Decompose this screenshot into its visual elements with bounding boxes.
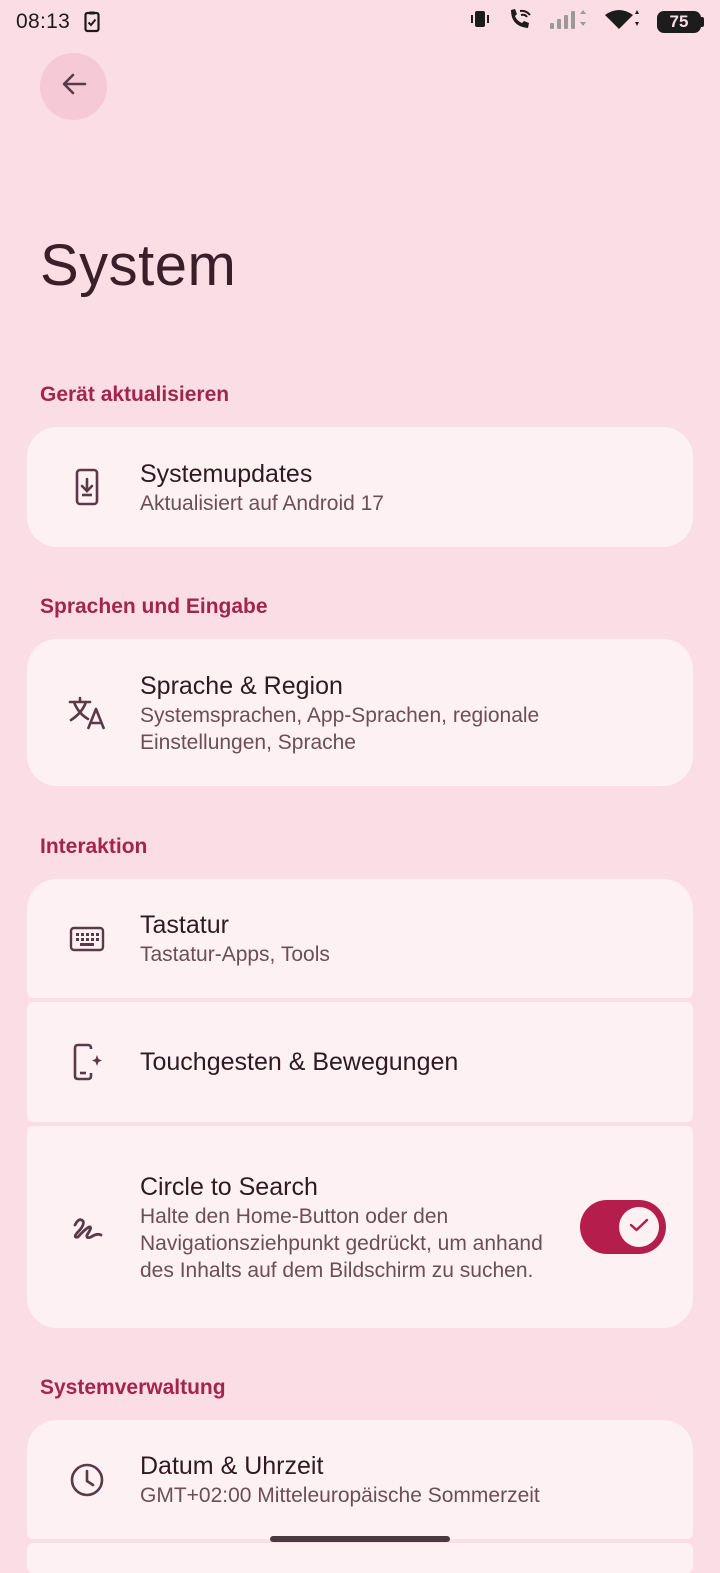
home-indicator[interactable] (270, 1536, 450, 1542)
keyboard-icon (67, 919, 107, 959)
item-title: Datum & Uhrzeit (140, 1452, 324, 1480)
wifi-icon (603, 8, 641, 36)
page-title: System (40, 233, 237, 298)
list-item-next[interactable] (27, 1543, 693, 1573)
section-header-languages: Sprachen und Eingabe (40, 595, 268, 618)
list-item-circle-to-search[interactable]: Circle to Search Halte den Home-Button o… (27, 1126, 693, 1328)
item-title: Sprache & Region (140, 671, 343, 700)
item-title: Systemupdates (140, 459, 313, 488)
circle-to-search-toggle[interactable] (580, 1200, 666, 1254)
section-header-update: Gerät aktualisieren (40, 383, 230, 406)
circle-to-search-icon (67, 1207, 107, 1247)
signal-icon (549, 8, 587, 36)
battery-level: 75 (657, 11, 701, 33)
list-item-keyboard[interactable]: Tastatur Tastatur-Apps, Tools (27, 879, 693, 998)
list-item-gestures[interactable]: Touchgesten & Bewegungen (27, 1002, 693, 1122)
item-subtitle: Tastatur-Apps, Tools (140, 943, 330, 966)
item-subtitle: Halte den Home-Button oder den Navigatio… (140, 1204, 543, 1282)
notification-clipboard-icon (84, 11, 100, 33)
wifi-calling-icon (507, 7, 533, 37)
arrow-left-icon (60, 70, 88, 103)
gestures-icon (67, 1042, 107, 1082)
item-title: Tastatur (140, 911, 229, 939)
list-item-language-region[interactable]: Sprache & Region Systemsprachen, App-Spr… (27, 639, 693, 786)
clock-icon (67, 1460, 107, 1500)
battery-indicator: 75 (657, 11, 704, 33)
item-subtitle: GMT+02:00 Mitteleuropäische Sommerzeit (140, 1484, 540, 1507)
toggle-knob (619, 1207, 659, 1247)
status-time: 08:13 (16, 10, 71, 33)
back-button[interactable] (40, 53, 107, 120)
vibrate-icon (469, 8, 491, 36)
item-subtitle: Aktualisiert auf Android 17 (140, 491, 384, 515)
item-title: Touchgesten & Bewegungen (140, 1048, 459, 1076)
status-bar: 08:13 75 (0, 0, 720, 44)
system-update-icon (67, 467, 107, 507)
section-header-management: Systemverwaltung (40, 1376, 226, 1399)
item-subtitle: Systemsprachen, App-Sprachen, regionale … (140, 703, 540, 754)
list-item-systemupdates[interactable]: Systemupdates Aktualisiert auf Android 1… (27, 427, 693, 547)
list-item-date-time[interactable]: Datum & Uhrzeit GMT+02:00 Mitteleuropäis… (27, 1420, 693, 1539)
translate-icon (67, 693, 107, 733)
check-icon (629, 1217, 649, 1238)
item-title: Circle to Search (140, 1172, 318, 1201)
section-header-interaction: Interaktion (40, 835, 148, 858)
